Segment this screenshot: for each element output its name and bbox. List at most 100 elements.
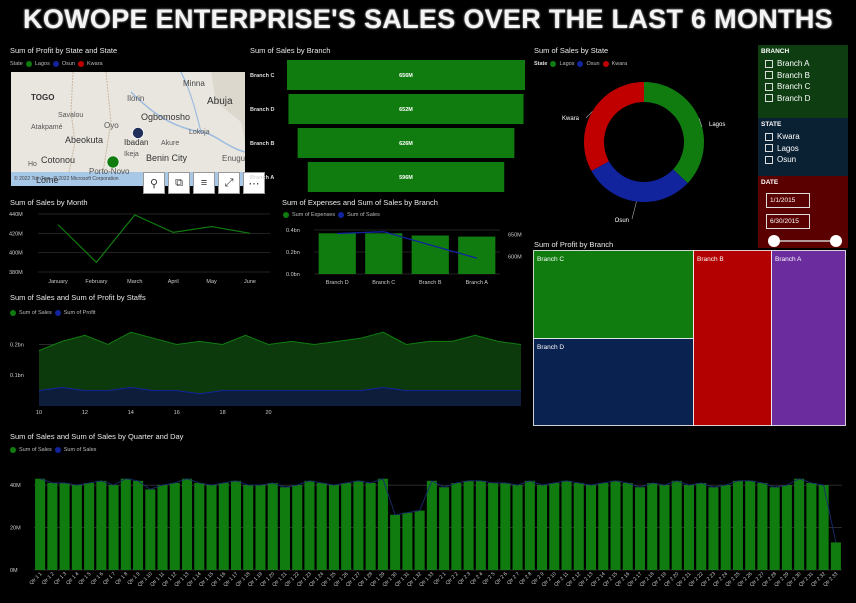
day-sales-bar[interactable] (328, 485, 339, 570)
day-sales-bar[interactable] (243, 485, 254, 570)
slicer-item-branch-d[interactable]: Branch D (765, 94, 848, 103)
day-sales-bar[interactable] (71, 485, 82, 570)
day-sales-bar[interactable] (341, 482, 352, 570)
day-sales-bar[interactable] (757, 482, 768, 570)
slider-end-handle[interactable] (830, 235, 842, 247)
checkbox[interactable] (765, 71, 773, 79)
day-sales-bar[interactable] (830, 542, 841, 570)
donut-slice[interactable] (644, 82, 704, 184)
slicer-item-lagos[interactable]: Lagos (765, 144, 848, 153)
day-sales-bar[interactable] (745, 480, 756, 570)
day-sales-bar[interactable] (610, 480, 621, 570)
filter-icon[interactable]: ≡ (193, 172, 215, 194)
day-sales-bar[interactable] (390, 514, 401, 570)
day-sales-bar[interactable] (47, 482, 58, 570)
treemap-tile-branch-d[interactable] (533, 338, 694, 426)
day-sales-bar[interactable] (108, 485, 119, 570)
day-sales-bar[interactable] (206, 485, 217, 570)
map-visual[interactable]: TOGO Minna Abuja Ilorin Savalou Oyo Ogbo… (11, 72, 245, 186)
day-sales-bar[interactable] (316, 482, 327, 570)
day-sales-bar[interactable] (157, 485, 168, 570)
copy-icon[interactable]: ⧉ (168, 172, 190, 194)
day-sales-bar[interactable] (818, 485, 829, 570)
day-sales-bar[interactable] (35, 478, 46, 570)
checkbox[interactable] (765, 132, 773, 141)
day-sales-bar[interactable] (683, 485, 694, 570)
slider-start-handle[interactable] (768, 235, 780, 247)
day-sales-bar[interactable] (806, 482, 817, 570)
checkbox[interactable] (765, 94, 773, 102)
day-sales-bar[interactable] (732, 480, 743, 570)
focus-mode-icon[interactable]: ⤢ (218, 172, 240, 194)
day-sales-bar[interactable] (500, 482, 511, 570)
day-sales-bar[interactable] (426, 480, 437, 570)
end-date-input[interactable]: 6/30/2015 (766, 214, 810, 229)
slicer-item-osun[interactable]: Osun (765, 155, 848, 164)
expense-bar[interactable] (458, 236, 496, 274)
day-sales-bar[interactable] (634, 487, 646, 570)
day-sales-bar[interactable] (194, 482, 205, 570)
checkbox[interactable] (765, 59, 773, 68)
day-sales-bar[interactable] (145, 489, 156, 570)
day-sales-bar[interactable] (463, 480, 474, 570)
day-sales-bar[interactable] (304, 480, 315, 570)
day-sales-bar[interactable] (255, 485, 266, 570)
day-sales-bar[interactable] (537, 485, 548, 570)
checkbox[interactable] (765, 155, 773, 164)
state-donut-chart[interactable]: Lagos Osun Kwara (534, 72, 754, 232)
day-sales-bar[interactable] (365, 482, 376, 570)
day-sales-bar[interactable] (84, 482, 95, 570)
day-sales-bar[interactable] (671, 480, 682, 570)
treemap-tile-branch-c[interactable] (533, 250, 694, 339)
date-range-slider[interactable] (764, 233, 846, 249)
day-sales-bar[interactable] (120, 478, 131, 570)
expense-bar[interactable] (318, 233, 356, 274)
day-sales-bar[interactable] (475, 480, 486, 570)
day-sales-bar[interactable] (353, 480, 364, 570)
monthly-line-chart[interactable]: 440M 420M 400M 380M January February March Apri… (6, 206, 278, 288)
slicer-item-branch-a[interactable]: Branch A (765, 59, 848, 68)
day-sales-bar[interactable] (622, 482, 633, 570)
slicer-item-branch-c[interactable]: Branch C (765, 82, 848, 91)
day-sales-bar[interactable] (488, 482, 499, 570)
checkbox[interactable] (765, 144, 773, 152)
day-sales-bar[interactable] (182, 478, 193, 570)
day-sales-bar[interactable] (414, 510, 425, 570)
day-sales-bar[interactable] (659, 485, 670, 570)
slicer-item-kwara[interactable]: Kwara (765, 132, 848, 141)
pin-icon[interactable]: ⚲ (143, 172, 165, 194)
day-sales-bar[interactable] (169, 482, 180, 570)
day-sales-bar[interactable] (561, 480, 572, 570)
day-sales-bar[interactable] (133, 480, 144, 570)
day-sales-bar[interactable] (696, 482, 707, 570)
day-sales-bar[interactable] (377, 478, 388, 570)
day-sales-bar[interactable] (402, 512, 413, 570)
day-sales-bar[interactable] (439, 487, 450, 570)
day-sales-bar[interactable] (708, 487, 719, 570)
day-sales-bar[interactable] (769, 487, 780, 570)
profit-treemap[interactable]: Branch C Branch D Branch B Branch A (533, 250, 846, 426)
day-sales-bar[interactable] (573, 482, 584, 570)
day-sales-bar[interactable] (230, 480, 242, 570)
donut-slice[interactable] (591, 161, 688, 203)
day-sales-bar[interactable] (292, 485, 303, 570)
staffs-area-chart[interactable]: 0.2bn 0.1bn 10 12 14 16 18 20 (6, 322, 528, 418)
day-sales-bar[interactable] (279, 487, 290, 570)
day-sales-bar[interactable] (512, 485, 523, 570)
slicer-item-branch-b[interactable]: Branch B (765, 71, 848, 80)
treemap-tile-branch-b[interactable] (693, 250, 772, 426)
day-sales-bar[interactable] (267, 482, 278, 570)
day-sales-bar[interactable] (794, 478, 805, 570)
quarter-day-chart[interactable]: 40M20M0MQtr 1 1Qtr 1 2Qtr 1 3Qtr 1 4Qtr … (6, 460, 850, 603)
day-sales-bar[interactable] (96, 480, 107, 570)
map-bubble-lagos[interactable] (106, 155, 120, 169)
day-sales-bar[interactable] (647, 482, 658, 570)
map-bubble-osun[interactable] (132, 127, 144, 139)
expense-bar[interactable] (365, 233, 403, 274)
day-sales-bar[interactable] (451, 482, 462, 570)
day-sales-bar[interactable] (598, 482, 609, 570)
donut-slice[interactable] (584, 82, 644, 171)
expenses-combo-chart[interactable]: 0.4bn 0.2bn 0.0bn 650M 600M Branch D Branch C B… (280, 220, 530, 290)
day-sales-bar[interactable] (59, 482, 70, 570)
day-sales-bar[interactable] (524, 480, 535, 570)
